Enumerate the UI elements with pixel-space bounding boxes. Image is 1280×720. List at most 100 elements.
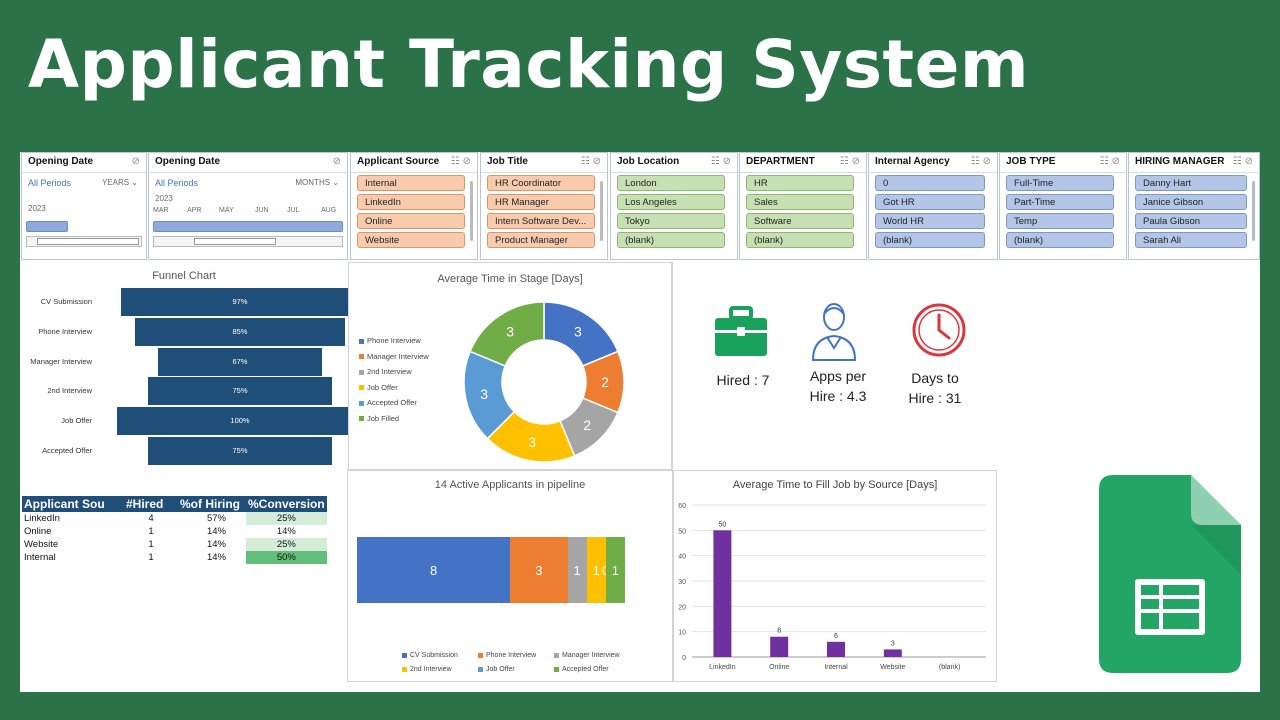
slicer-scrollbar[interactable] <box>470 181 473 241</box>
funnel-bar[interactable]: 75% <box>147 437 333 465</box>
donut-data-label: 3 <box>574 323 582 339</box>
timeline-scrollbar[interactable] <box>26 236 142 247</box>
slicer-department[interactable]: DEPARTMENT ☷ ⊘ HR Sales Software (blank) <box>739 152 867 260</box>
slicer-item[interactable]: HR Coordinator <box>487 175 595 191</box>
time-to-fill-bar-chart[interactable]: 0 10 20 30 40 50 60 50 LinkedIn 8 Online 6 Internal 3… <box>674 491 996 681</box>
multi-select-icon[interactable]: ☷ ⊘ <box>840 156 860 167</box>
funnel-bar[interactable]: 75% <box>147 377 333 406</box>
slicer-item[interactable]: 0 <box>875 175 985 191</box>
slicer-item[interactable]: Sales <box>746 194 854 210</box>
funnel-row: Job Offer 100% <box>20 407 363 436</box>
multi-select-icon[interactable]: ☷ ⊘ <box>1233 156 1253 167</box>
slicer-item[interactable]: Temp <box>1006 213 1114 229</box>
multi-select-icon[interactable]: ☷ ⊘ <box>451 156 471 167</box>
slicer-item[interactable]: Internal <box>357 175 465 191</box>
month-label[interactable]: AUG <box>321 207 336 214</box>
column-header: %Conversion <box>246 496 327 512</box>
multi-select-icon[interactable]: ☷ ⊘ <box>581 156 601 167</box>
slicer-item[interactable]: Los Angeles <box>617 194 725 210</box>
funnel-chart[interactable]: Funnel Chart CV Submission 97% Phone Inter… <box>20 262 363 468</box>
pipeline-segment[interactable]: 1 <box>567 537 587 603</box>
timeline-scrollbar[interactable] <box>153 236 343 247</box>
timeline-year: 2023 <box>155 194 173 203</box>
table-cell-pct: 14% <box>206 526 226 537</box>
donut-data-label: 2 <box>583 417 591 433</box>
legend-label: Phone Interview <box>486 652 537 659</box>
month-label[interactable]: MAR <box>153 207 169 214</box>
table-row: Online 1 14% 14% <box>22 525 327 538</box>
funnel-bar[interactable]: 100% <box>117 407 363 436</box>
x-category-label: LinkedIn <box>709 664 736 671</box>
timeline-opening-date-years[interactable]: Opening Date ⊘ All Periods YEARS ⌄ 2023 <box>21 152 147 260</box>
bar[interactable] <box>827 641 845 657</box>
slicer-hiring-manager[interactable]: HIRING MANAGER ☷ ⊘ Danny Hart Janice Gibs… <box>1128 152 1260 260</box>
slicer-item[interactable]: (blank) <box>746 232 854 248</box>
scroll-thumb[interactable] <box>194 238 276 245</box>
scroll-thumb[interactable] <box>37 238 139 245</box>
legend-item: Job Offer <box>359 380 429 396</box>
slicer-item[interactable]: (blank) <box>1006 232 1114 248</box>
slicer-job-type[interactable]: JOB TYPE ☷ ⊘ Full-Time Part-Time Temp (bl… <box>999 152 1127 260</box>
slicer-item[interactable]: LinkedIn <box>357 194 465 210</box>
slicer-job-location[interactable]: Job Location ☷ ⊘ London Los Angeles Tokyo… <box>610 152 738 260</box>
slicer-item[interactable]: World HR <box>875 213 985 229</box>
pipeline-segment[interactable]: 8 <box>357 537 511 603</box>
pipeline-stacked-bar[interactable]: 831101 <box>357 537 625 603</box>
slicer-item[interactable]: Part-Time <box>1006 194 1114 210</box>
slicer-item[interactable]: HR Manager <box>487 194 595 210</box>
slicer-item[interactable]: (blank) <box>617 232 725 248</box>
slicer-item[interactable]: Sarah Ali <box>1135 232 1247 248</box>
slicer-internal-agency[interactable]: Internal Agency ☷ ⊘ 0 Got HR World HR (bl… <box>868 152 998 260</box>
slicer-item[interactable]: Tokyo <box>617 213 725 229</box>
funnel-bar[interactable]: 97% <box>120 288 360 316</box>
multi-select-icon[interactable]: ☷ ⊘ <box>971 156 991 167</box>
slicer-scrollbar[interactable] <box>600 181 603 241</box>
slicer-item[interactable]: Danny Hart <box>1135 175 1247 191</box>
donut-chart[interactable]: 3 2 2 3 3 3 <box>459 297 629 467</box>
table-cell-pct: 14% <box>206 552 226 563</box>
slicer-item[interactable]: Product Manager <box>487 232 595 248</box>
slicer-item[interactable]: London <box>617 175 725 191</box>
bar[interactable] <box>770 636 789 657</box>
slicer-scrollbar[interactable] <box>1252 181 1255 241</box>
month-label[interactable]: MAY <box>219 207 234 214</box>
slicer-item[interactable]: Online <box>357 213 465 229</box>
multi-select-icon[interactable]: ☷ ⊘ <box>711 156 731 167</box>
time-to-fill-chart-panel[interactable]: Average Time to Fill Job by Source [Days… <box>673 470 997 682</box>
slicer-item[interactable]: Got HR <box>875 194 985 210</box>
pipeline-segment[interactable]: 1 <box>605 537 625 603</box>
bar[interactable] <box>713 530 732 657</box>
month-label[interactable]: APR <box>187 207 201 214</box>
timeline-period-bar[interactable] <box>153 221 343 232</box>
legend-swatch <box>554 652 559 658</box>
slicer-item[interactable]: HR <box>746 175 854 191</box>
slicer-item[interactable]: (blank) <box>875 232 985 248</box>
kpi-apps-line1: Apps per <box>809 368 867 384</box>
pipeline-segment[interactable]: 3 <box>510 537 568 603</box>
slicer-item[interactable]: Software <box>746 213 854 229</box>
donut-chart-panel[interactable]: Average Time in Stage [Days] Phone Inter… <box>348 262 672 470</box>
slicer-applicant-source[interactable]: Applicant Source ☷ ⊘ Internal LinkedIn On… <box>350 152 478 260</box>
bar[interactable] <box>883 649 902 657</box>
timeline-period-bar[interactable] <box>26 221 68 232</box>
clear-filter-icon[interactable]: ⊘ <box>132 156 140 167</box>
slicer-item[interactable]: Full-Time <box>1006 175 1114 191</box>
slicer-item[interactable]: Website <box>357 232 465 248</box>
slicer-item[interactable]: Intern Software Dev... <box>487 213 595 229</box>
table-cell-pct: 14% <box>206 539 226 550</box>
slicer-item[interactable]: Janice Gibson <box>1135 194 1247 210</box>
month-label[interactable]: JUL <box>287 207 299 214</box>
funnel-bar[interactable]: 85% <box>135 317 345 346</box>
table-cell-source: LinkedIn <box>24 513 60 524</box>
bar-data-label: 50 <box>719 521 727 528</box>
pipeline-chart-panel[interactable]: 14 Active Applicants in pipeline 831101 … <box>347 470 673 682</box>
table-cell-pct: 57% <box>206 513 226 524</box>
clear-filter-icon[interactable]: ⊘ <box>333 156 341 167</box>
month-label[interactable]: JUN <box>255 207 269 214</box>
multi-select-icon[interactable]: ☷ ⊘ <box>1100 156 1120 167</box>
donut-data-label: 2 <box>601 374 609 390</box>
funnel-bar[interactable]: 67% <box>157 347 323 376</box>
slicer-job-title[interactable]: Job Title ☷ ⊘ HR Coordinator HR Manager I… <box>480 152 608 260</box>
timeline-opening-date-months[interactable]: Opening Date ⊘ All Periods MONTHS ⌄ 2023… <box>148 152 348 260</box>
slicer-item[interactable]: Paula Gibson <box>1135 213 1247 229</box>
